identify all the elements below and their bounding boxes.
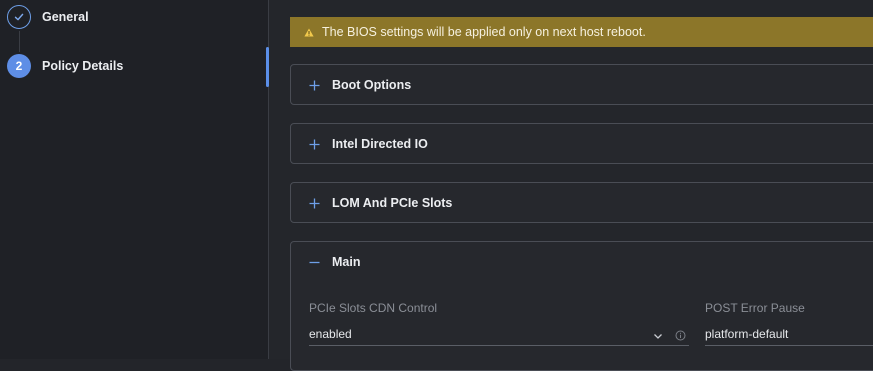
warning-triangle-icon (304, 27, 314, 37)
warning-text: The BIOS settings will be applied only o… (322, 25, 646, 39)
panel-header-boot-options[interactable]: Boot Options (291, 65, 873, 105)
panel-title: Intel Directed IO (332, 137, 428, 151)
step-number-badge: 2 (7, 54, 31, 78)
post-error-pause-field: POST Error Pause platform-default (705, 301, 873, 346)
panel-title: Boot Options (332, 78, 412, 92)
wizard-stepper: General 2 Policy Details (0, 0, 268, 359)
check-icon (7, 5, 31, 29)
plus-icon (308, 79, 320, 91)
panel-header-intel-directed-io[interactable]: Intel Directed IO (291, 124, 873, 164)
panel-intel-directed-io: Intel Directed IO (290, 123, 873, 164)
pcie-slots-cdn-control-field: PCIe Slots CDN Control enabled (309, 301, 689, 346)
panel-header-lom-and-pcie-slots[interactable]: LOM And PCIe Slots (291, 183, 873, 223)
minus-icon (308, 256, 320, 268)
panel-title: Main (332, 255, 361, 269)
step-policy-details[interactable]: 2 Policy Details (7, 54, 123, 78)
panel-title: LOM And PCIe Slots (332, 196, 453, 210)
panel-lom-and-pcie-slots: LOM And PCIe Slots (290, 182, 873, 223)
step-connector (19, 31, 20, 52)
policy-details-content: The BIOS settings will be applied only o… (269, 0, 873, 371)
select-value: enabled (309, 327, 352, 341)
select-value: platform-default (705, 327, 789, 341)
post-error-pause-select[interactable]: platform-default (705, 323, 873, 346)
panel-boot-options: Boot Options (290, 64, 873, 105)
plus-icon (308, 197, 320, 209)
info-icon[interactable] (675, 328, 686, 341)
panel-main: Main PCIe Slots CDN Control enabled POST… (290, 241, 873, 371)
step-label-general: General (42, 10, 89, 24)
chevron-down-icon (653, 328, 663, 339)
pcie-slots-cdn-control-select[interactable]: enabled (309, 323, 689, 346)
plus-icon (308, 138, 320, 150)
step-label-policy-details: Policy Details (42, 59, 124, 73)
reboot-warning-banner: The BIOS settings will be applied only o… (290, 17, 873, 47)
field-label: PCIe Slots CDN Control (309, 301, 438, 315)
step-general[interactable]: General (7, 5, 89, 29)
field-label: POST Error Pause (705, 301, 805, 315)
panel-header-main[interactable]: Main (291, 242, 873, 282)
